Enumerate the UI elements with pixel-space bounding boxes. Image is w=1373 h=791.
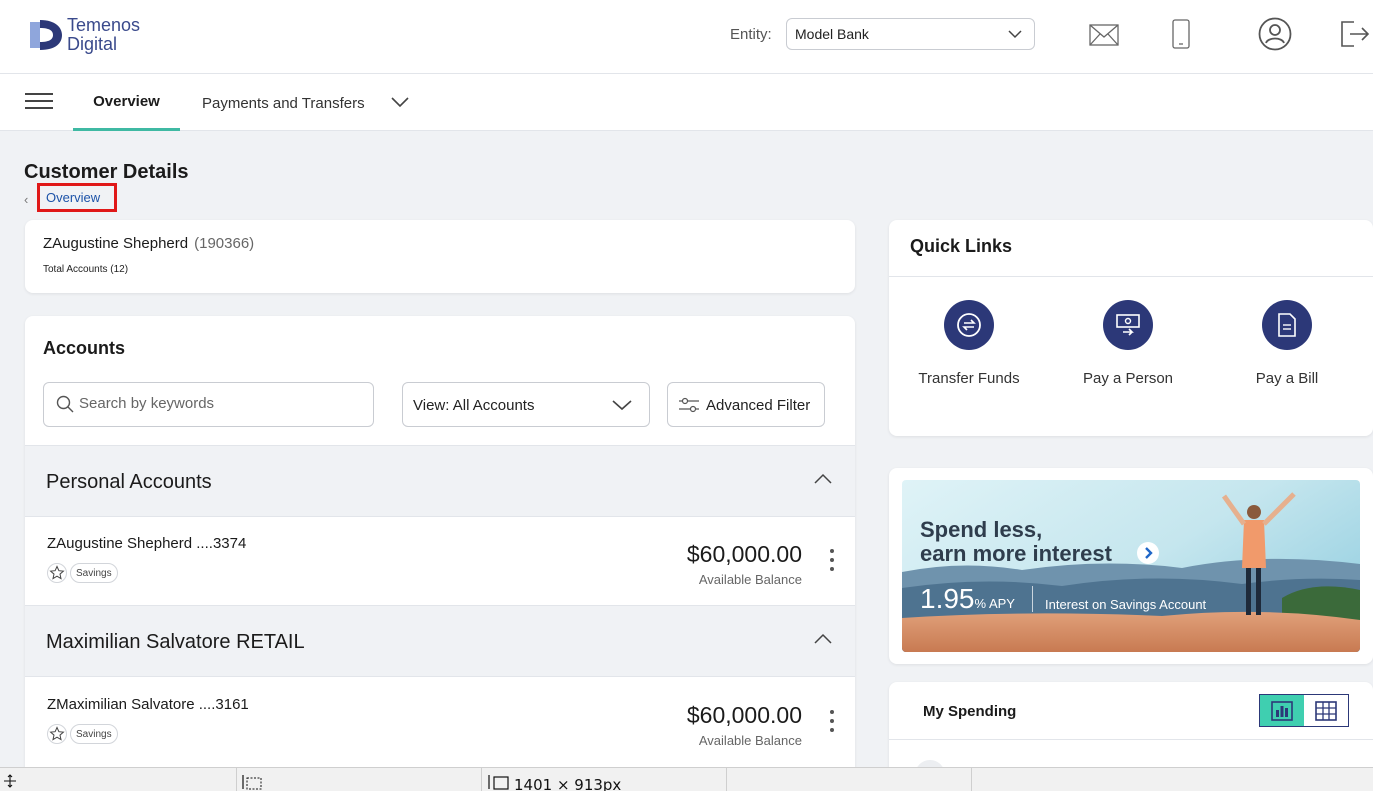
balance-label: Available Balance — [698, 572, 802, 587]
logo-mark-icon — [30, 20, 62, 50]
balance-label: Available Balance — [698, 733, 802, 748]
customer-summary-card: ZAugustine Shepherd (190366) Total Accoun… — [25, 220, 855, 293]
logo-text: Temenos Digital — [67, 15, 141, 54]
divider — [726, 768, 727, 791]
quick-link-transfer-funds[interactable]: Transfer Funds — [904, 300, 1034, 387]
temenos-logo[interactable]: Temenos Digital — [28, 16, 140, 54]
filter-sliders-icon — [679, 397, 699, 413]
tab-overview[interactable]: Overview — [73, 74, 180, 131]
account-balance: $60,000.00 — [686, 702, 802, 728]
view-toggle[interactable] — [1259, 694, 1349, 727]
entity-select[interactable]: Model Bank — [786, 18, 1035, 50]
star-icon[interactable] — [47, 563, 67, 583]
page-title: Customer Details — [24, 161, 189, 183]
account-name[interactable]: ZAugustine Shepherd ....3374 — [47, 535, 246, 552]
chevron-down-icon — [1008, 30, 1022, 39]
customer-id: (190366) — [194, 235, 255, 252]
search-field[interactable] — [43, 382, 374, 427]
move-cursor-icon — [4, 774, 16, 788]
profile-icon[interactable] — [1258, 17, 1292, 51]
main-nav: Overview Payments and Transfers — [0, 74, 1373, 131]
entity-value: Model Bank — [795, 26, 869, 42]
divider — [481, 768, 482, 791]
account-row[interactable]: ZAugustine Shepherd ....3374 Savings $60… — [25, 517, 855, 605]
promo-headline: Spend less, earn more interest — [920, 517, 1112, 566]
advanced-filter-label: Advanced Filter — [706, 397, 811, 414]
customer-name: ZAugustine Shepherd (190366) — [43, 235, 255, 252]
canvas-dimensions: 1401 × 913px — [514, 776, 622, 791]
mobile-icon[interactable] — [1171, 19, 1191, 49]
account-balance: $60,000.00 — [686, 541, 802, 567]
entity-label: Entity: — [730, 26, 772, 43]
quick-links-title: Quick Links — [910, 236, 1013, 256]
accounts-title: Accounts — [43, 338, 126, 358]
chevron-up-icon[interactable] — [813, 632, 833, 646]
quick-link-pay-a-person[interactable]: Pay a Person — [1063, 300, 1193, 387]
view-select[interactable]: View: All Accounts — [402, 382, 650, 427]
divider — [971, 768, 972, 791]
breadcrumb-overview[interactable]: Overview — [37, 183, 117, 212]
mail-icon[interactable] — [1089, 24, 1119, 46]
quick-link-pay-a-bill[interactable]: Pay a Bill — [1222, 300, 1352, 387]
promo-background-image — [902, 480, 1360, 652]
bill-icon[interactable] — [1262, 300, 1312, 350]
divider — [889, 739, 1373, 740]
view-select-value: View: All Accounts — [413, 397, 535, 414]
hamburger-menu-icon[interactable] — [25, 93, 53, 111]
account-type-badge: Savings — [70, 724, 118, 744]
search-icon — [56, 395, 74, 413]
account-group-header[interactable]: Maximilian Salvatore RETAIL — [25, 605, 855, 677]
chevron-down-icon — [612, 400, 632, 411]
account-type-badge: Savings — [70, 563, 118, 583]
more-options-icon[interactable] — [830, 549, 836, 576]
promo-card: Spend less, earn more interest 1.95% APY… — [889, 468, 1373, 664]
dimensions-icon — [488, 775, 509, 790]
more-options-icon[interactable] — [830, 710, 836, 737]
devtools-status-bar: 1401 × 913px — [0, 767, 1373, 791]
bar-chart-icon[interactable] — [1260, 695, 1304, 726]
advanced-filter-button[interactable]: Advanced Filter — [667, 382, 825, 427]
account-row[interactable]: ZMaximilian Salvatore ....3161 Savings $… — [25, 678, 855, 766]
tab-payments-and-transfers[interactable]: Payments and Transfers — [202, 95, 365, 112]
quick-link-label[interactable]: Pay a Person — [1063, 370, 1193, 387]
accounts-card: Accounts View: All Accounts Advanced Fil… — [25, 316, 855, 776]
app-header: Temenos Digital Entity: Model Bank — [0, 0, 1373, 74]
search-input[interactable] — [79, 395, 359, 412]
promo-note: Interest on Savings Account — [1045, 597, 1207, 612]
total-accounts: Total Accounts (12) — [43, 264, 129, 275]
account-group-title: Maximilian Salvatore RETAIL — [46, 631, 305, 653]
chevron-up-icon[interactable] — [813, 472, 833, 486]
back-chevron-icon[interactable]: ‹ — [24, 192, 28, 207]
chevron-right-icon[interactable] — [1137, 542, 1159, 564]
table-grid-icon[interactable] — [1304, 695, 1348, 726]
account-name[interactable]: ZMaximilian Salvatore ....3161 — [47, 696, 249, 713]
promo-rate: 1.95% APY — [920, 583, 1015, 614]
divider — [889, 276, 1373, 277]
star-icon[interactable] — [47, 724, 67, 744]
pay-person-icon[interactable] — [1103, 300, 1153, 350]
quick-link-label[interactable]: Pay a Bill — [1222, 370, 1352, 387]
transfer-icon[interactable] — [944, 300, 994, 350]
my-spending-title: My Spending — [923, 703, 1017, 720]
divider — [236, 768, 237, 791]
chevron-down-icon[interactable] — [390, 94, 410, 110]
quick-links-card: Quick Links Transfer Funds Pay a Person — [889, 220, 1373, 436]
selection-icon — [242, 775, 262, 790]
quick-link-label[interactable]: Transfer Funds — [904, 370, 1034, 387]
logout-icon[interactable] — [1340, 20, 1370, 48]
account-group-header[interactable]: Personal Accounts — [25, 445, 855, 517]
divider — [1032, 586, 1033, 612]
savings-promo-banner[interactable]: Spend less, earn more interest 1.95% APY… — [902, 480, 1360, 652]
account-group-title: Personal Accounts — [46, 471, 212, 493]
